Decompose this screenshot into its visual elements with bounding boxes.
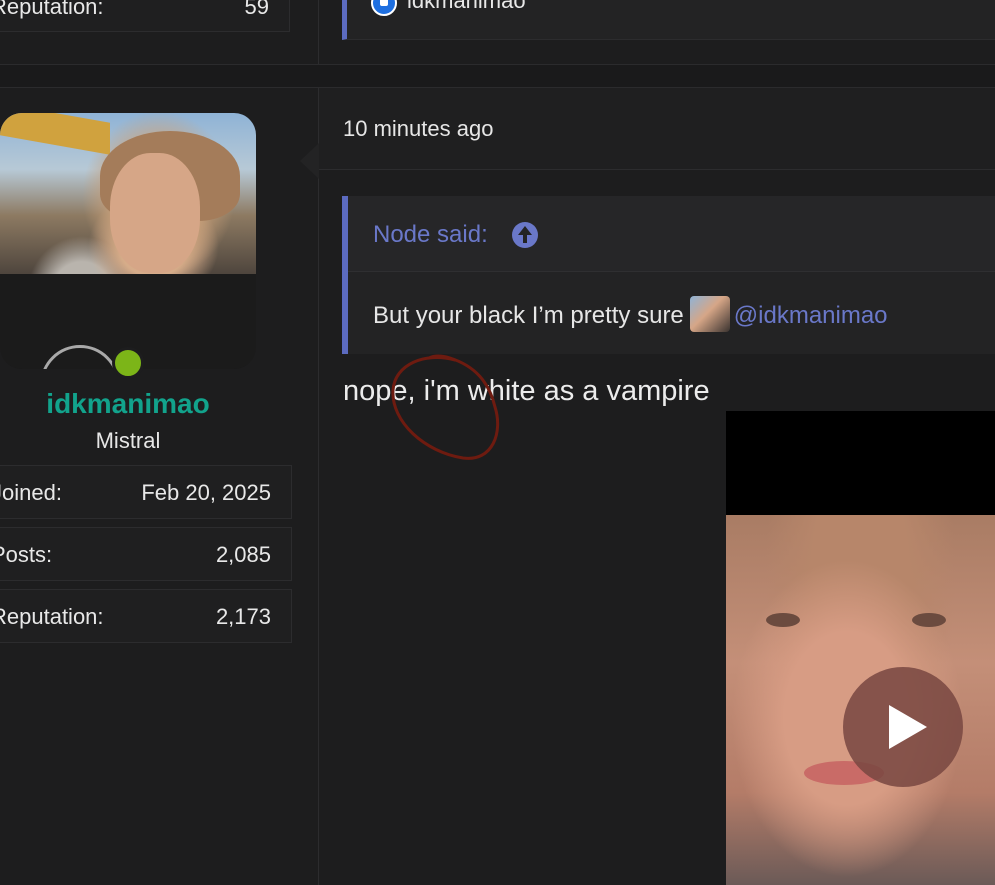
- username-link[interactable]: idkmanimao: [0, 388, 256, 420]
- quote-attribution[interactable]: Node said:: [373, 221, 488, 249]
- thumbnail-eye: [912, 613, 946, 627]
- stat-value: 2,085: [215, 542, 271, 567]
- reaction-user[interactable]: idkmanimao: [407, 0, 526, 14]
- prev-reactions-bar[interactable]: idkmanimao: [342, 0, 995, 40]
- arrow-up-circle-icon[interactable]: [512, 222, 538, 248]
- stat-reputation: Reputation: 2,173: [0, 589, 292, 643]
- quote-header: Node said:: [348, 196, 995, 272]
- post-timestamp[interactable]: 10 minutes ago: [343, 116, 493, 142]
- quote-body: But your black I’m pretty sure @idkmanima…: [373, 296, 888, 332]
- post-pointer: [300, 143, 319, 179]
- stat-joined: Joined: Feb 20, 2025: [0, 465, 292, 519]
- play-icon[interactable]: [843, 667, 963, 787]
- video-player[interactable]: [726, 411, 995, 885]
- mention-link[interactable]: @idkmanimao: [734, 302, 888, 329]
- stat-label: Joined:: [0, 480, 62, 505]
- stat-label: Reputation:: [0, 604, 104, 629]
- avatar-background-detail: [0, 113, 110, 155]
- quote-block: Node said: But your black I’m pretty sur…: [342, 196, 995, 354]
- stat-value: 2,173: [215, 604, 271, 629]
- like-icon: [371, 0, 397, 16]
- stat-label: Reputation:: [0, 0, 104, 19]
- post-separator: [0, 64, 995, 88]
- quote-text: But your black I’m pretty sure: [373, 302, 684, 329]
- stat-value: 59: [244, 0, 269, 19]
- thumbnail-eye: [766, 613, 800, 627]
- stat-posts: Posts: 2,085: [0, 527, 292, 581]
- online-status-icon: [112, 347, 144, 379]
- user-title: Mistral: [95, 428, 161, 453]
- mention-avatar: [689, 296, 730, 332]
- stat-value: Feb 20, 2025: [141, 480, 271, 505]
- stat-label: Posts:: [0, 542, 53, 567]
- hand-drawn-circle: [391, 354, 500, 460]
- prev-stat-reputation: Reputation: 59: [0, 0, 290, 32]
- avatar[interactable]: [0, 113, 256, 369]
- avatar-face: [110, 153, 200, 273]
